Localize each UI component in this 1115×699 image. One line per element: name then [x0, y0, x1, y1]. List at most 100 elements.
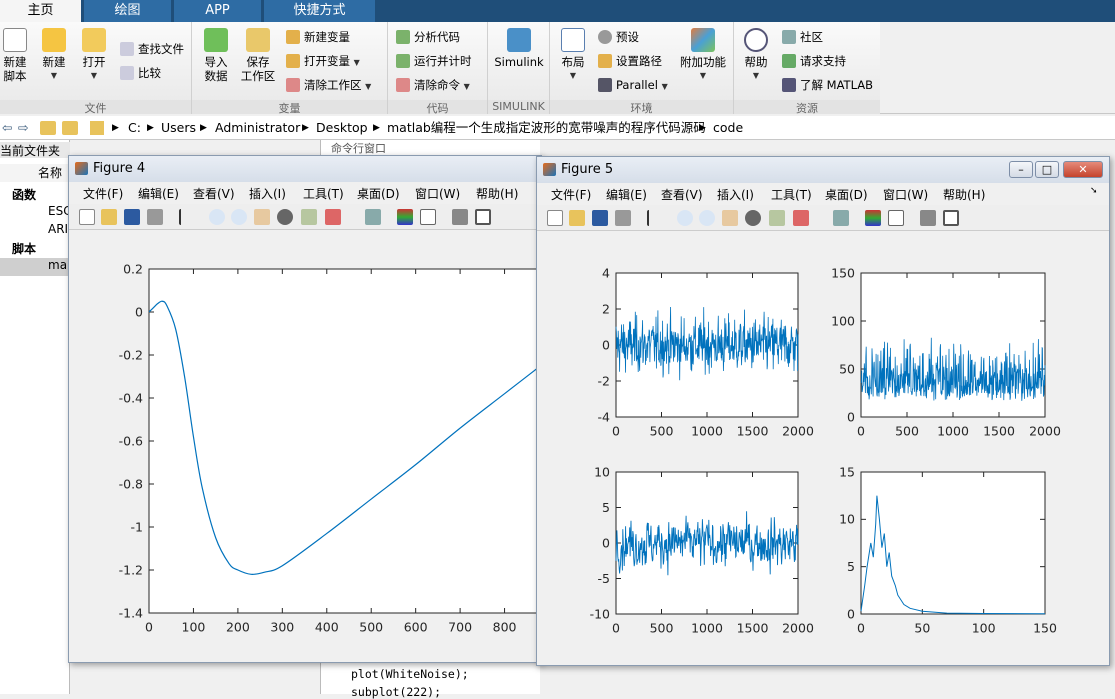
dock-arrow-icon[interactable]: ➘	[1090, 186, 1098, 196]
file-item[interactable]: ARI	[0, 222, 70, 240]
tab-apps[interactable]: APP	[174, 0, 262, 22]
addons-button[interactable]: 附加功能 ▼	[678, 28, 728, 83]
brush-icon[interactable]	[325, 209, 341, 225]
menu-view[interactable]: 查看(V)	[661, 186, 703, 203]
figure-5-axes[interactable]: 0 500 1000 1500 2000420-2-40 500 1000 1500 20001…	[541, 232, 1107, 663]
menu-help[interactable]: 帮助(H)	[943, 186, 985, 203]
zoom-out-icon[interactable]	[231, 209, 247, 225]
data-cursor-icon[interactable]	[301, 209, 317, 225]
simulink-button[interactable]: Simulink	[492, 28, 546, 69]
menu-desktop[interactable]: 桌面(D)	[357, 185, 400, 202]
up-folder-icon[interactable]	[40, 121, 56, 135]
menu-help[interactable]: 帮助(H)	[476, 185, 518, 202]
menu-view[interactable]: 查看(V)	[193, 185, 235, 202]
legend-icon[interactable]	[888, 210, 904, 226]
compare-button[interactable]: 比较	[120, 64, 161, 82]
menu-edit[interactable]: 编辑(E)	[606, 186, 647, 203]
file-item[interactable]: ESC	[0, 204, 70, 222]
path-segment[interactable]: Users	[161, 116, 196, 140]
save-icon[interactable]	[124, 209, 140, 225]
menu-window[interactable]: 窗口(W)	[415, 185, 460, 202]
pan-icon[interactable]	[722, 210, 738, 226]
path-segment[interactable]: Administrator	[215, 116, 300, 140]
tab-shortcuts[interactable]: 快捷方式	[264, 0, 376, 22]
menu-tools[interactable]: 工具(T)	[771, 186, 812, 203]
menu-insert[interactable]: 插入(I)	[249, 185, 286, 202]
forward-arrow-icon[interactable]: ⇨	[18, 116, 28, 140]
help-button[interactable]: 帮助 ▼	[740, 28, 772, 83]
zoom-in-icon[interactable]	[209, 209, 225, 225]
clear-commands-button[interactable]: 清除命令 ▼	[396, 76, 470, 94]
hide-plot-tools-icon[interactable]	[452, 209, 468, 225]
request-support-button[interactable]: 请求支持	[782, 52, 846, 70]
close-button[interactable]: ✕	[1063, 161, 1103, 178]
zoom-out-icon[interactable]	[699, 210, 715, 226]
figure-4-canvas[interactable]: 010020030040050060070080090.20-0.2-0.4-0…	[73, 231, 553, 659]
new-figure-icon[interactable]	[79, 209, 95, 225]
address-bar[interactable]: ⇦ ⇨ ▶ C: ▶ Users ▶ Administrator ▶ Deskt…	[0, 116, 1115, 140]
path-segment[interactable]: C:	[128, 116, 141, 140]
learn-matlab-button[interactable]: 了解 MATLAB	[782, 76, 873, 94]
rotate-icon[interactable]	[277, 209, 293, 225]
print-icon[interactable]	[615, 210, 631, 226]
column-header-name[interactable]: 名称	[0, 164, 70, 182]
pointer-icon[interactable]	[179, 209, 195, 225]
menu-file[interactable]: 文件(F)	[83, 185, 123, 202]
browse-folder-icon[interactable]	[62, 121, 78, 135]
open-button[interactable]: 打开 ▼	[78, 28, 110, 83]
menu-window[interactable]: 窗口(W)	[883, 186, 928, 203]
legend-icon[interactable]	[420, 209, 436, 225]
tree-group-functions[interactable]: 函数	[0, 186, 70, 204]
minimize-button[interactable]: –	[1009, 161, 1033, 178]
save-icon[interactable]	[592, 210, 608, 226]
file-item-selected[interactable]: ma	[0, 258, 70, 276]
set-path-button[interactable]: 设置路径	[598, 52, 662, 70]
preferences-button[interactable]: 预设	[598, 28, 639, 46]
path-segment[interactable]: Desktop	[316, 116, 368, 140]
save-workspace-button[interactable]: 保存 工作区	[238, 28, 278, 83]
community-button[interactable]: 社区	[782, 28, 823, 46]
menu-desktop[interactable]: 桌面(D)	[825, 186, 868, 203]
data-cursor-icon[interactable]	[769, 210, 785, 226]
menu-insert[interactable]: 插入(I)	[717, 186, 754, 203]
figure-4-axes[interactable]: 010020030040050060070080090.20-0.2-0.4-0…	[73, 231, 553, 659]
tree-group-scripts[interactable]: 脚本	[0, 240, 70, 258]
zoom-in-icon[interactable]	[677, 210, 693, 226]
layout-button[interactable]: 布局 ▼	[556, 28, 590, 83]
maximize-button[interactable]: □	[1035, 161, 1059, 178]
run-and-time-button[interactable]: 运行并计时	[396, 52, 472, 70]
link-plot-icon[interactable]	[833, 210, 849, 226]
new-script-button[interactable]: 新建 脚本	[0, 28, 30, 83]
open-file-icon[interactable]	[101, 209, 117, 225]
menu-edit[interactable]: 编辑(E)	[138, 185, 179, 202]
open-variable-button[interactable]: 打开变量 ▼	[286, 52, 360, 70]
analyze-code-button[interactable]: 分析代码	[396, 28, 460, 46]
open-file-icon[interactable]	[569, 210, 585, 226]
parallel-button[interactable]: Parallel ▼	[598, 76, 668, 94]
pan-icon[interactable]	[254, 209, 270, 225]
pointer-icon[interactable]	[647, 210, 663, 226]
figure-4-titlebar[interactable]: Figure 4	[69, 156, 541, 182]
new-variable-button[interactable]: 新建变量	[286, 28, 350, 46]
path-segment[interactable]: code	[713, 116, 743, 140]
path-segment[interactable]: matlab编程一个生成指定波形的宽带噪声的程序代码源码	[387, 116, 706, 140]
tab-home[interactable]: 主页	[0, 0, 82, 22]
show-plot-tools-icon[interactable]	[943, 210, 959, 226]
figure-5-titlebar[interactable]: Figure 5 – □ ✕	[537, 157, 1109, 183]
hide-plot-tools-icon[interactable]	[920, 210, 936, 226]
menu-tools[interactable]: 工具(T)	[303, 185, 344, 202]
tab-plots[interactable]: 绘图	[84, 0, 172, 22]
colorbar-icon[interactable]	[397, 209, 413, 225]
colorbar-icon[interactable]	[865, 210, 881, 226]
find-files-button[interactable]: 查找文件	[120, 40, 184, 58]
show-plot-tools-icon[interactable]	[475, 209, 491, 225]
brush-icon[interactable]	[793, 210, 809, 226]
back-arrow-icon[interactable]: ⇦	[2, 116, 12, 140]
figure-5-canvas[interactable]: 0 500 1000 1500 2000 4 2 0 -2 -4 0 500 1000 1500 2000 1…	[541, 232, 1105, 661]
print-icon[interactable]	[147, 209, 163, 225]
figure-4-window[interactable]: Figure 4 文件(F) 编辑(E) 查看(V) 插入(I) 工具(T) 桌…	[68, 155, 553, 663]
menu-file[interactable]: 文件(F)	[551, 186, 591, 203]
new-figure-icon[interactable]	[547, 210, 563, 226]
link-plot-icon[interactable]	[365, 209, 381, 225]
import-data-button[interactable]: 导入 数据	[200, 28, 232, 83]
